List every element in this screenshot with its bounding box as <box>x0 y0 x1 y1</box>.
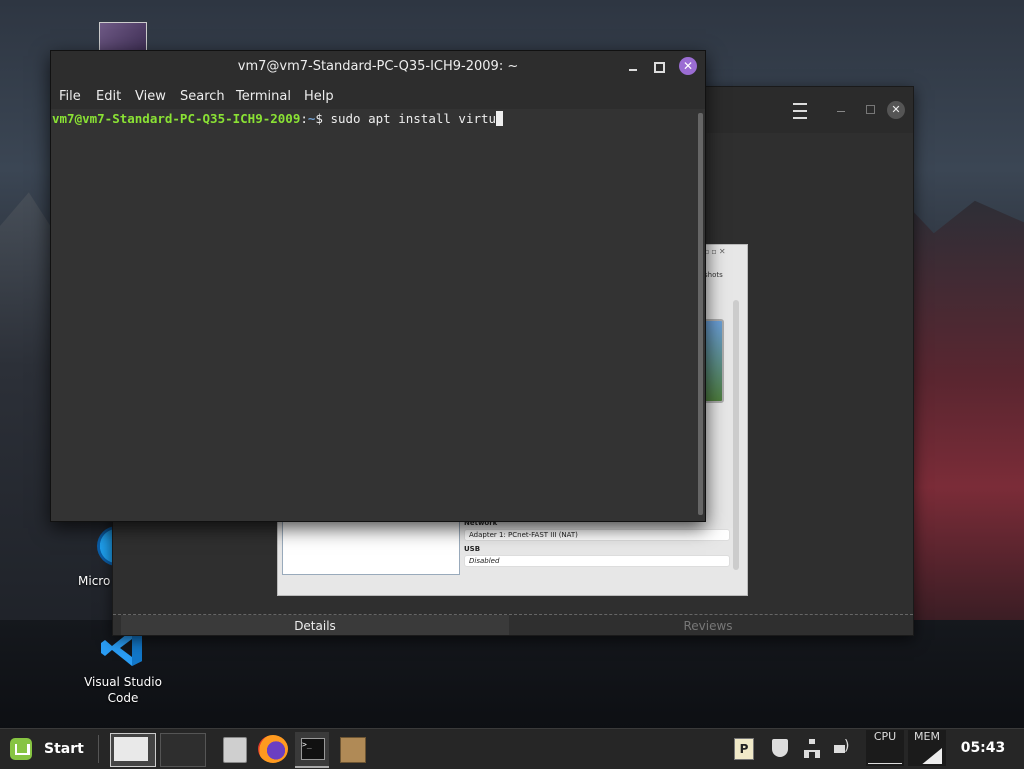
menu-search[interactable]: Search <box>180 83 225 111</box>
prompt-symbol: $ <box>315 111 331 126</box>
screenshot-window-controls: ▫▫✕ <box>704 247 728 256</box>
prompt-separator: : <box>300 111 308 126</box>
menu-edit[interactable]: Edit <box>96 83 121 111</box>
start-button[interactable]: Start <box>6 729 96 769</box>
cpu-monitor[interactable]: CPU <box>866 730 904 766</box>
menu-file[interactable]: File <box>59 83 81 111</box>
terminal-maximize-icon[interactable] <box>654 62 665 73</box>
maximize-icon[interactable] <box>866 105 875 114</box>
mem-label: MEM <box>914 730 940 743</box>
terminal-menubar: File Edit View Search Terminal Help <box>51 83 705 109</box>
workspace-2[interactable] <box>160 733 206 767</box>
terminal-window[interactable]: vm7@vm7-Standard-PC-Q35-ICH9-2009: ~ ✕ F… <box>50 50 706 522</box>
terminal-cursor <box>496 111 504 126</box>
desktop-icon-label-vscode[interactable]: Visual Studio Code <box>74 674 172 706</box>
screenshot-usb-header: USB <box>464 545 481 553</box>
screenshot-snapshots-label: shots <box>704 271 723 279</box>
terminal-close-icon[interactable]: ✕ <box>679 57 697 75</box>
desktop-folder-icon[interactable] <box>99 22 147 51</box>
mint-logo-icon <box>10 738 32 760</box>
firefox-icon[interactable] <box>256 732 290 766</box>
terminal-taskbar-icon[interactable] <box>295 732 329 768</box>
tab-reviews[interactable]: Reviews <box>513 615 903 635</box>
software-manager-taskbar-icon[interactable] <box>336 732 370 766</box>
memory-graph <box>922 748 942 764</box>
memory-monitor[interactable]: MEM <box>908 730 946 766</box>
workspace-1[interactable] <box>110 733 156 767</box>
details-tabs: Details Reviews <box>113 614 913 635</box>
tab-details[interactable]: Details <box>121 615 509 635</box>
cpu-graph <box>868 763 902 764</box>
shield-icon[interactable] <box>772 739 788 757</box>
terminal-command-line[interactable]: vm7@vm7-Standard-PC-Q35-ICH9-2009:~$ sud… <box>52 111 504 126</box>
menu-view[interactable]: View <box>135 83 166 111</box>
hamburger-menu-icon[interactable] <box>793 103 807 119</box>
terminal-scrollbar[interactable] <box>698 113 703 515</box>
volume-icon[interactable] <box>834 738 850 757</box>
menu-terminal[interactable]: Terminal <box>236 83 291 111</box>
menu-help[interactable]: Help <box>304 83 334 111</box>
tray-p-icon[interactable]: P <box>734 738 754 760</box>
cpu-label: CPU <box>873 730 897 743</box>
network-icon[interactable] <box>804 739 820 758</box>
screenshot-scrollbar <box>733 300 739 570</box>
minimize-icon[interactable] <box>837 111 845 112</box>
screenshot-details-pane: Network Adapter 1: PCnet-FAST III (NAT) … <box>464 515 730 567</box>
start-label: Start <box>44 741 84 757</box>
terminal-command: sudo apt install virtu <box>330 111 497 126</box>
desktop-icon-label-microsoft[interactable]: Micro <box>78 574 110 588</box>
screenshot-vm-list <box>282 517 460 575</box>
screenshot-network-value: Adapter 1: PCnet-FAST III (NAT) <box>464 529 730 541</box>
file-manager-icon[interactable] <box>217 732 251 766</box>
prompt-user: vm7@vm7-Standard-PC-Q35-ICH9-2009 <box>52 111 301 126</box>
screenshot-usb-value: Disabled <box>464 555 730 567</box>
terminal-output[interactable]: vm7@vm7-Standard-PC-Q35-ICH9-2009:~$ sud… <box>51 109 696 520</box>
terminal-minimize-icon[interactable] <box>629 69 637 71</box>
close-icon[interactable]: ✕ <box>887 101 905 119</box>
taskbar-separator <box>98 735 99 763</box>
terminal-titlebar[interactable]: vm7@vm7-Standard-PC-Q35-ICH9-2009: ~ ✕ <box>51 51 705 83</box>
clock[interactable]: 05:43 <box>952 728 1014 768</box>
terminal-title: vm7@vm7-Standard-PC-Q35-ICH9-2009: ~ <box>237 59 519 74</box>
